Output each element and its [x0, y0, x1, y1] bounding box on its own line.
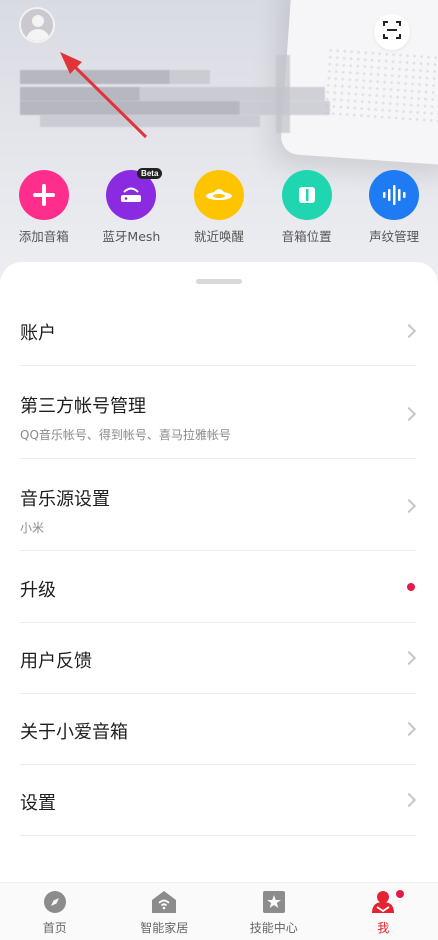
- menu-item-third-party-accounts[interactable]: 第三方帐号管理 QQ音乐帐号、得到帐号、喜马拉雅帐号: [20, 366, 417, 459]
- menu-item-title: 用户反馈: [20, 651, 92, 672]
- tab-label: 首页: [42, 921, 67, 935]
- shortcut-nearby-wakeup[interactable]: 就近唤醒: [175, 170, 263, 250]
- tab-me[interactable]: 我: [329, 883, 438, 940]
- tab-label: 我: [377, 921, 390, 935]
- menu-item-title: 账户: [20, 323, 56, 344]
- tab-label: 技能中心: [249, 921, 298, 935]
- tab-home[interactable]: 首页: [0, 883, 110, 940]
- notification-dot: [395, 890, 404, 898]
- speaker-position-icon: [281, 170, 332, 220]
- scan-icon: [383, 21, 401, 43]
- speaker-grille: [322, 46, 438, 125]
- menu-item-subtitle: 小米: [20, 521, 45, 535]
- shortcut-label: 声纹管理: [369, 229, 420, 244]
- shortcut-label: 就近唤醒: [193, 229, 244, 244]
- shortcut-add-speaker[interactable]: 添加音箱: [0, 170, 88, 250]
- settings-sheet: 账户 第三方帐号管理 QQ音乐帐号、得到帐号、喜马拉雅帐号 音乐源设置 小米 升…: [0, 262, 438, 882]
- shortcut-voiceprint[interactable]: 声纹管理: [350, 170, 438, 250]
- menu-item-title: 音乐源设置: [20, 489, 110, 510]
- menu-item-title: 设置: [20, 793, 56, 814]
- menu-item-subtitle: QQ音乐帐号、得到帐号、喜马拉雅帐号: [20, 428, 231, 442]
- tab-smart-home[interactable]: 智能家居: [110, 883, 220, 940]
- update-dot: [407, 583, 415, 591]
- avatar-head: [32, 15, 44, 27]
- profile-header: 添加音箱 Beta 蓝牙Mesh 就近唤醒 音箱位置 声纹管理: [0, 0, 438, 300]
- smart-home-icon: [151, 889, 177, 915]
- bottom-tab-bar: 首页 智能家居 技能中心 我: [0, 882, 438, 940]
- shortcut-bluetooth-mesh[interactable]: Beta 蓝牙Mesh: [88, 168, 176, 250]
- plus-icon: [18, 170, 69, 220]
- menu-item-settings[interactable]: 设置: [20, 765, 417, 836]
- menu-item-feedback[interactable]: 用户反馈: [20, 623, 417, 694]
- compass-icon: [42, 889, 68, 915]
- speaker-image: [279, 0, 438, 167]
- menu-item-account[interactable]: 账户: [20, 300, 417, 366]
- tab-label: 智能家居: [140, 921, 189, 935]
- avatar-body: [26, 29, 50, 41]
- sheet-drag-handle[interactable]: [196, 279, 242, 284]
- shortcut-speaker-position[interactable]: 音箱位置: [263, 170, 351, 250]
- star-box-icon: [261, 889, 287, 915]
- shortcut-row: 添加音箱 Beta 蓝牙Mesh 就近唤醒 音箱位置 声纹管理: [0, 168, 438, 250]
- menu-item-upgrade[interactable]: 升级: [20, 551, 416, 623]
- avatar[interactable]: [19, 7, 55, 43]
- menu-item-title: 关于小爱音箱: [20, 722, 128, 743]
- beta-badge: Beta: [137, 168, 163, 179]
- me-icon: [370, 889, 396, 915]
- shortcut-label: 蓝牙Mesh: [102, 229, 161, 244]
- voiceprint-icon: [369, 170, 420, 220]
- menu-item-title: 第三方帐号管理: [20, 396, 146, 417]
- scan-button[interactable]: [374, 14, 410, 50]
- wave-disc-icon: [193, 170, 244, 220]
- shortcut-label: 音箱位置: [281, 229, 332, 244]
- router-icon: Beta: [106, 168, 163, 220]
- shortcut-label: 添加音箱: [18, 229, 69, 244]
- menu-item-title: 升级: [20, 580, 56, 601]
- tab-skills[interactable]: 技能中心: [219, 883, 329, 940]
- menu-item-about[interactable]: 关于小爱音箱: [20, 694, 417, 765]
- menu-item-music-source[interactable]: 音乐源设置 小米: [20, 459, 417, 551]
